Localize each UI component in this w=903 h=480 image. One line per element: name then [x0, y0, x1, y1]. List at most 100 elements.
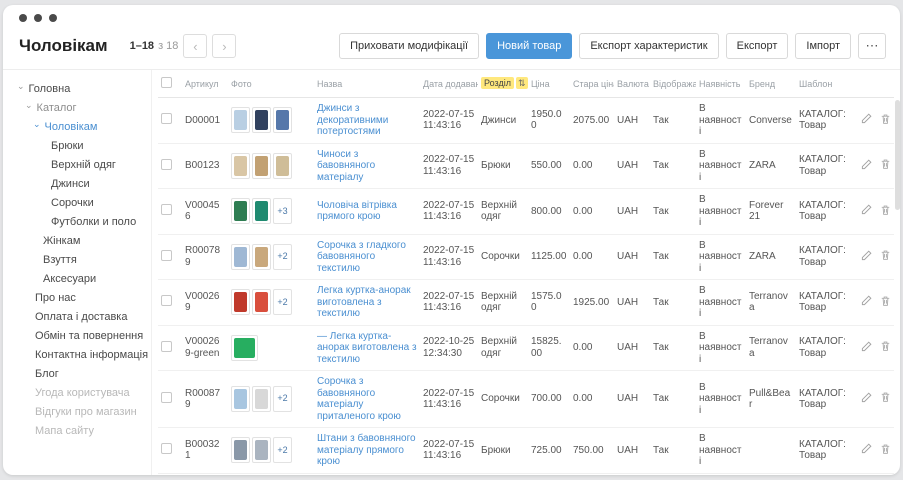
delete-button[interactable]: [880, 391, 891, 407]
sidebar-item[interactable]: Аксесуари: [7, 269, 151, 288]
edit-button[interactable]: [861, 250, 872, 265]
product-name-link[interactable]: Штани з бавовняного матеріалу прямого кр…: [317, 433, 416, 467]
column-header-date-added[interactable]: Дата додавання: [420, 70, 478, 98]
sidebar-item[interactable]: Контактна інформація: [7, 345, 151, 364]
more-photos-badge[interactable]: +2: [273, 386, 292, 412]
edit-button[interactable]: [861, 392, 872, 407]
product-name-link[interactable]: Чиноси з бавовняного матеріалу: [317, 149, 375, 183]
product-photo[interactable]: [252, 289, 271, 315]
sidebar-item[interactable]: Футболки и поло: [7, 212, 151, 231]
product-photo[interactable]: [252, 198, 271, 224]
window-control-dot[interactable]: [34, 14, 42, 22]
column-header-article[interactable]: Артикул: [182, 70, 228, 98]
product-photo[interactable]: [252, 386, 271, 412]
sidebar-item[interactable]: Жінкам: [7, 231, 151, 250]
sidebar-item[interactable]: Взуття: [7, 250, 151, 269]
sidebar-item[interactable]: ⌄ Чоловікам: [7, 117, 151, 136]
product-photo[interactable]: [231, 107, 250, 133]
sidebar-item[interactable]: Брюки: [7, 136, 151, 155]
select-all-checkbox[interactable]: [161, 77, 172, 88]
vertical-scrollbar[interactable]: [895, 100, 900, 470]
column-header-brand[interactable]: Бренд: [746, 70, 796, 98]
product-photo[interactable]: [231, 335, 258, 361]
new-product-button[interactable]: Новий товар: [486, 33, 572, 59]
row-checkbox[interactable]: [161, 341, 172, 352]
sort-icon[interactable]: ⇅: [516, 77, 528, 89]
more-photos-badge[interactable]: +2: [273, 244, 292, 270]
delete-button[interactable]: [880, 158, 891, 174]
delete-button[interactable]: [880, 204, 891, 220]
product-photo[interactable]: [252, 244, 271, 270]
column-header-currency[interactable]: Валюта: [614, 70, 650, 98]
sidebar-item[interactable]: Оплата і доставка: [7, 307, 151, 326]
column-header-old-price[interactable]: Стара ціна: [570, 70, 614, 98]
sidebar-item[interactable]: Верхній одяг: [7, 155, 151, 174]
row-checkbox[interactable]: [161, 392, 172, 403]
pagination-next-button[interactable]: ›: [212, 34, 236, 58]
pagination-prev-button[interactable]: ‹: [183, 34, 207, 58]
product-photo[interactable]: [231, 244, 250, 270]
delete-button[interactable]: [880, 340, 891, 356]
import-button[interactable]: Імпорт: [795, 33, 851, 59]
product-photo[interactable]: [252, 153, 271, 179]
row-checkbox[interactable]: [161, 295, 172, 306]
column-header-availability[interactable]: Наявність: [696, 70, 746, 98]
edit-button[interactable]: [861, 113, 872, 128]
sidebar-item[interactable]: Про нас: [7, 288, 151, 307]
edit-button[interactable]: [861, 341, 872, 356]
column-header-section[interactable]: Розділ⇅: [478, 70, 528, 98]
window-control-dot[interactable]: [49, 14, 57, 22]
product-photo[interactable]: [231, 386, 250, 412]
more-actions-button[interactable]: ⋯: [858, 33, 886, 59]
delete-button[interactable]: [880, 113, 891, 129]
product-photo[interactable]: [252, 437, 271, 463]
delete-button[interactable]: [880, 443, 891, 459]
product-name-link[interactable]: Легка куртка-анорак виготовлена з тексти…: [317, 285, 411, 319]
sidebar-item[interactable]: Мапа сайту: [7, 421, 151, 440]
more-photos-badge[interactable]: +3: [273, 198, 292, 224]
row-checkbox[interactable]: [161, 250, 172, 261]
column-header-photo[interactable]: Фото: [228, 70, 314, 98]
more-photos-badge[interactable]: +2: [273, 289, 292, 315]
product-photo[interactable]: [231, 153, 250, 179]
window-control-dot[interactable]: [19, 14, 27, 22]
column-header-template[interactable]: Шаблон: [796, 70, 852, 98]
row-checkbox[interactable]: [161, 159, 172, 170]
delete-button[interactable]: [880, 249, 891, 265]
scrollbar-thumb[interactable]: [895, 100, 900, 210]
product-photo[interactable]: [231, 437, 250, 463]
hide-modifications-button[interactable]: Приховати модифікації: [339, 33, 479, 59]
export-button[interactable]: Експорт: [726, 33, 789, 59]
sidebar-item[interactable]: Сорочки: [7, 193, 151, 212]
sidebar-item[interactable]: ⌄ Каталог: [7, 98, 151, 117]
export-characteristics-button[interactable]: Експорт характеристик: [579, 33, 718, 59]
sidebar-item[interactable]: Обмін та повернення: [7, 326, 151, 345]
edit-button[interactable]: [861, 159, 872, 174]
product-name-link[interactable]: Сорочка з бавовняного матеріалу притален…: [317, 376, 401, 422]
product-photo[interactable]: [252, 107, 271, 133]
sidebar-item[interactable]: Угода користувача: [7, 383, 151, 402]
product-name-link[interactable]: — Легка куртка-анорак виготовлена з текс…: [317, 331, 417, 365]
sidebar-item[interactable]: ⌄ Головна: [7, 79, 151, 98]
product-name-link[interactable]: Чоловіча вітрівка прямого крою: [317, 200, 397, 223]
column-header-name[interactable]: Назва: [314, 70, 420, 98]
product-photo[interactable]: [231, 198, 250, 224]
edit-button[interactable]: [861, 443, 872, 458]
row-checkbox[interactable]: [161, 113, 172, 124]
delete-button[interactable]: [880, 295, 891, 311]
product-name-link[interactable]: Сорочка з гладкого бавовняного текстилю: [317, 240, 406, 274]
edit-button[interactable]: [861, 204, 872, 219]
edit-button[interactable]: [861, 295, 872, 310]
column-header-display[interactable]: Відображати: [650, 70, 696, 98]
product-photo[interactable]: [273, 107, 292, 133]
row-checkbox[interactable]: [161, 443, 172, 454]
row-checkbox[interactable]: [161, 204, 172, 215]
column-header-price[interactable]: Ціна: [528, 70, 570, 98]
product-photo[interactable]: [273, 153, 292, 179]
sidebar-item[interactable]: Блог: [7, 364, 151, 383]
more-photos-badge[interactable]: +2: [273, 437, 292, 463]
sidebar-item[interactable]: Відгуки про магазин: [7, 402, 151, 421]
product-photo[interactable]: [231, 289, 250, 315]
sidebar-item[interactable]: Джинси: [7, 174, 151, 193]
product-name-link[interactable]: Джинси з декоративними потертостями: [317, 103, 388, 137]
